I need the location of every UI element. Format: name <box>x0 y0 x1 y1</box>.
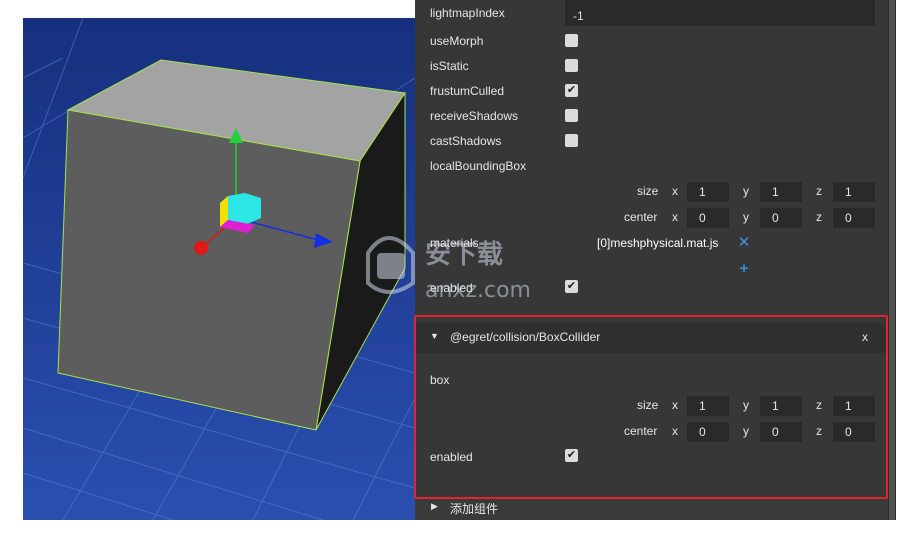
plus-icon[interactable]: + <box>737 261 751 277</box>
bbox-center-x-input[interactable]: 0 <box>687 208 729 228</box>
collider-size-z-axis: z <box>816 398 822 412</box>
lightmap-index-label: lightmapIndex <box>430 6 505 20</box>
use-morph-checkbox[interactable] <box>565 34 578 47</box>
collider-size-label: size <box>637 398 659 412</box>
receive-shadows-checkbox[interactable] <box>565 109 578 122</box>
enabled-label: enabled <box>430 281 473 295</box>
frustum-culled-checkbox[interactable]: ✔ <box>565 84 578 97</box>
bbox-size-z-input[interactable]: 1 <box>833 182 875 202</box>
bbox-center-label: center <box>624 210 658 224</box>
scrollbar-thumb[interactable] <box>889 0 895 520</box>
collider-center-y-input[interactable]: 0 <box>760 422 802 442</box>
bbox-size-x-axis: x <box>672 184 678 198</box>
bbox-size-label: size <box>637 184 659 198</box>
inspector-panel: lightmapIndex -1 useMorph isStatic frust… <box>415 0 896 520</box>
bbox-center-z-input[interactable]: 0 <box>833 208 875 228</box>
inspector-scrollbar[interactable] <box>888 0 896 520</box>
collider-enabled-label: enabled <box>430 450 473 464</box>
box-collider-header[interactable]: ▼ @egret/collision/BoxCollider x <box>415 323 888 353</box>
bbox-center-x-axis: x <box>672 210 678 224</box>
collider-size-y-input[interactable]: 1 <box>760 396 802 416</box>
cast-shadows-checkbox[interactable] <box>565 134 578 147</box>
bbox-center-z-axis: z <box>816 210 822 224</box>
box-collider-title: @egret/collision/BoxCollider <box>450 330 601 344</box>
cast-shadows-label: castShadows <box>430 134 502 148</box>
enabled-checkbox[interactable]: ✔ <box>565 280 578 293</box>
bbox-center-y-axis: y <box>743 210 749 224</box>
frustum-culled-label: frustumCulled <box>430 84 505 98</box>
bbox-center-y-input[interactable]: 0 <box>760 208 802 228</box>
is-static-checkbox[interactable] <box>565 59 578 72</box>
lightmap-index-input[interactable]: -1 <box>565 0 875 26</box>
use-morph-label: useMorph <box>430 34 484 48</box>
collider-size-y-axis: y <box>743 398 749 412</box>
scene-viewport[interactable] <box>23 18 415 520</box>
collider-size-x-input[interactable]: 1 <box>687 396 729 416</box>
collider-size-z-input[interactable]: 1 <box>833 396 875 416</box>
local-bounding-box-label: localBoundingBox <box>430 159 527 173</box>
close-x-icon[interactable]: ✕ <box>737 235 751 251</box>
box-label: box <box>430 373 450 387</box>
remove-component-button[interactable]: x <box>862 330 868 344</box>
cube-front-face <box>57 109 361 431</box>
material-item[interactable]: [0]meshphysical.mat.json <box>597 234 719 252</box>
bbox-size-z-axis: z <box>816 184 822 198</box>
bbox-size-x-input[interactable]: 1 <box>687 182 729 202</box>
receive-shadows-label: receiveShadows <box>430 109 519 123</box>
collider-center-y-axis: y <box>743 424 749 438</box>
collapse-arrow-icon[interactable]: ▼ <box>430 331 439 341</box>
bbox-size-y-axis: y <box>743 184 749 198</box>
collider-center-z-input[interactable]: 0 <box>833 422 875 442</box>
collider-center-z-axis: z <box>816 424 822 438</box>
bbox-size-y-input[interactable]: 1 <box>760 182 802 202</box>
add-component-row[interactable]: ▶ 添加组件 <box>415 498 888 520</box>
materials-label: materials <box>430 236 479 250</box>
expand-arrow-icon[interactable]: ▶ <box>431 501 438 512</box>
is-static-label: isStatic <box>430 59 469 73</box>
collider-center-x-input[interactable]: 0 <box>687 422 729 442</box>
add-component-label: 添加组件 <box>450 502 499 516</box>
collider-center-x-axis: x <box>672 424 678 438</box>
collider-enabled-checkbox[interactable]: ✔ <box>565 449 578 462</box>
scene-canvas[interactable] <box>23 18 415 520</box>
collider-center-label: center <box>624 424 658 438</box>
gizmo-x-handle[interactable] <box>194 241 208 255</box>
collider-size-x-axis: x <box>672 398 678 412</box>
